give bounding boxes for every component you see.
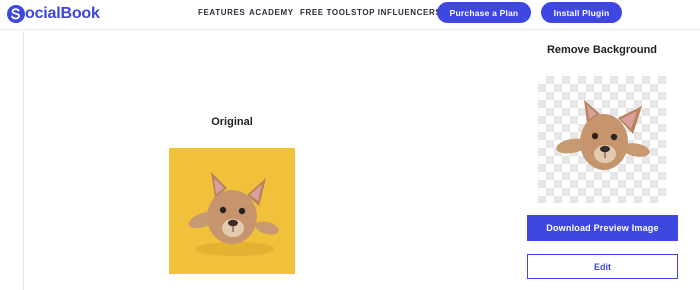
remove-background-title: Remove Background	[546, 44, 658, 56]
original-image	[169, 148, 295, 274]
nav-link-features[interactable]: FEATURES	[198, 8, 245, 17]
edit-button[interactable]: Edit	[527, 254, 678, 279]
nav-link-free-tools[interactable]: FREE TOOLS	[300, 8, 357, 17]
dog-cutout-icon	[556, 100, 650, 170]
socialbook-logo-icon	[7, 5, 25, 23]
top-navigation-bar: ocialBook FEATURES ACADEMY FREE TOOLS TO…	[0, 0, 700, 30]
dog-photo-icon	[169, 148, 295, 274]
socialbook-logo[interactable]: ocialBook	[6, 3, 100, 25]
install-plugin-button[interactable]: Install Plugin	[541, 2, 622, 23]
brand-name: ocialBook	[25, 5, 100, 22]
original-title: Original	[211, 116, 253, 128]
left-divider	[23, 31, 24, 290]
purchase-plan-button[interactable]: Purchase a Plan	[437, 2, 531, 23]
download-preview-image-button[interactable]: Download Preview Image	[527, 215, 678, 241]
background-removed-image	[538, 76, 666, 203]
nav-link-academy[interactable]: ACADEMY	[249, 8, 294, 17]
nav-link-top-influencers[interactable]: TOP INFLUENCERS	[357, 8, 441, 17]
